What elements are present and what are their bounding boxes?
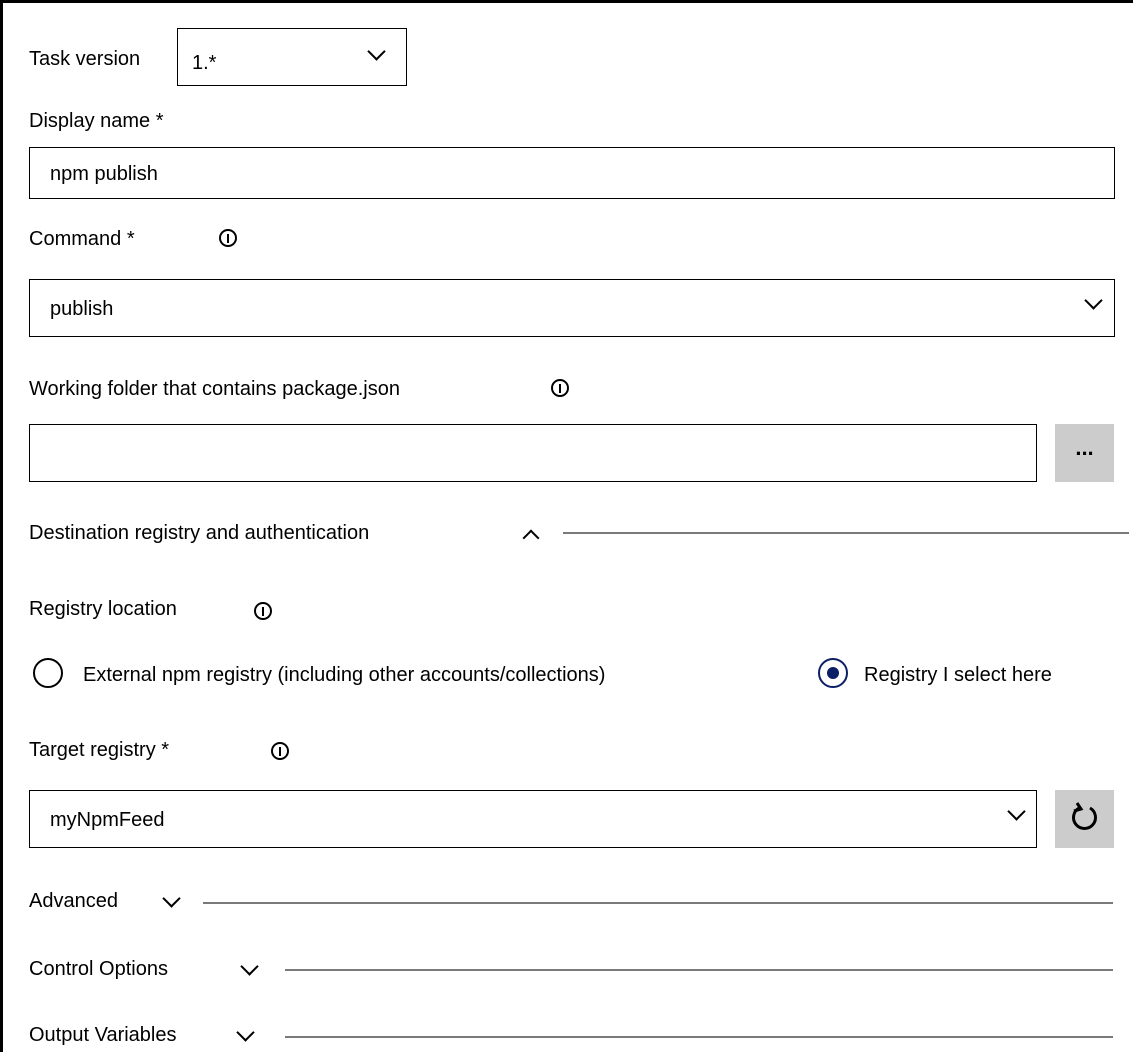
- working-folder-field[interactable]: [29, 424, 1037, 482]
- section-divider: [285, 969, 1113, 971]
- target-registry-value: myNpmFeed: [50, 809, 165, 831]
- task-version-value: 1.*: [192, 52, 217, 74]
- radio-external-label: External npm registry (including other a…: [83, 664, 606, 686]
- radio-external-registry[interactable]: External npm registry (including other a…: [33, 656, 793, 690]
- radio-selected-icon: [818, 658, 848, 688]
- section-advanced-label: Advanced: [29, 890, 118, 912]
- refresh-button[interactable]: [1055, 790, 1114, 848]
- section-divider: [563, 532, 1129, 534]
- display-name-field[interactable]: npm publish: [29, 147, 1115, 199]
- chevron-down-icon: [240, 957, 259, 976]
- command-label: Command *: [29, 228, 135, 250]
- chevron-down-icon: [1007, 802, 1026, 821]
- working-folder-label: Working folder that contains package.jso…: [29, 378, 400, 400]
- destination-section-toggle[interactable]: Destination registry and authentication: [29, 521, 1129, 549]
- section-divider: [203, 902, 1113, 904]
- radio-select-here[interactable]: Registry I select here: [818, 656, 1118, 690]
- info-icon[interactable]: [271, 742, 289, 760]
- chevron-down-icon: [1084, 291, 1103, 310]
- info-icon[interactable]: [254, 602, 272, 620]
- target-registry-label: Target registry *: [29, 739, 170, 761]
- info-icon[interactable]: [219, 229, 237, 247]
- radio-select-here-label: Registry I select here: [864, 664, 1052, 686]
- task-version-label: Task version: [29, 48, 141, 70]
- chevron-down-icon: [367, 42, 386, 61]
- registry-location-label: Registry location: [29, 598, 177, 620]
- target-registry-select[interactable]: myNpmFeed: [29, 790, 1037, 848]
- task-version-select[interactable]: 1.*: [177, 28, 407, 86]
- display-name-label: Display name *: [29, 110, 164, 132]
- destination-section-label: Destination registry and authentication: [29, 522, 370, 544]
- info-icon[interactable]: [551, 379, 569, 397]
- radio-unselected-icon: [33, 658, 63, 688]
- command-value: publish: [50, 298, 114, 320]
- chevron-down-icon: [162, 889, 181, 908]
- browse-button[interactable]: ...: [1055, 424, 1114, 482]
- command-select[interactable]: publish: [29, 279, 1115, 337]
- section-output-variables-label: Output Variables: [29, 1024, 177, 1046]
- section-divider: [285, 1036, 1113, 1038]
- section-control-options-label: Control Options: [29, 958, 168, 980]
- refresh-icon: [1072, 802, 1097, 830]
- task-panel: Task version 1.* Display name * npm publ…: [0, 0, 1133, 1052]
- browse-button-label: ...: [1075, 435, 1094, 460]
- chevron-up-icon: [522, 529, 540, 547]
- section-control-options[interactable]: Control Options: [29, 957, 1119, 985]
- chevron-down-icon: [236, 1023, 255, 1042]
- display-name-value: npm publish: [50, 163, 158, 185]
